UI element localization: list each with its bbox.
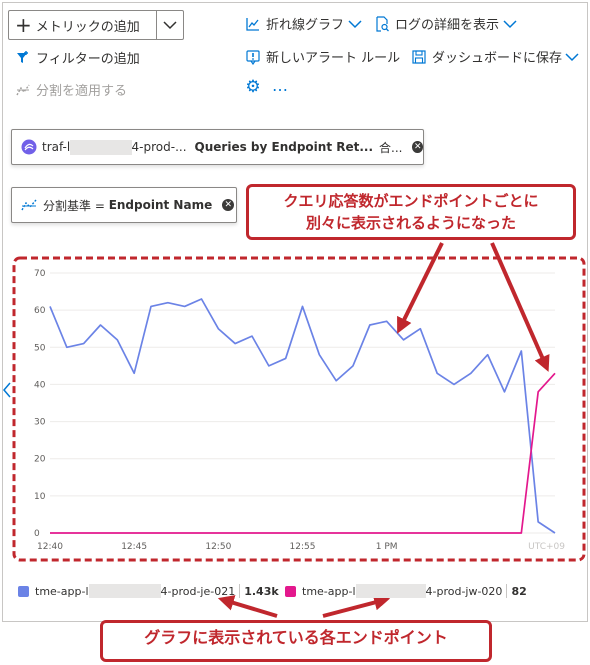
series-line-b [50,372,556,534]
annotation-bottom-callout: グラフに表示されている各エンドポイント [100,620,492,662]
y-tick-label: 60 [34,306,46,316]
redacted-block [88,584,161,598]
y-tick-label: 40 [34,380,46,390]
y-tick-label: 30 [34,418,46,428]
legend-series-a-prefix: tme-app-l [35,584,89,598]
x-tick-label: UTC+09 [528,542,565,552]
legend-swatch [18,585,29,597]
legend-item-series-b[interactable]: tme-app-l 4-prod-jw-020 82 [285,584,527,598]
legend-series-b-total: 82 [511,584,527,598]
annotation-arrow [217,595,278,618]
legend-series-a-total: 1.43k [244,584,279,598]
metric-chart: 0 10 20 30 40 50 60 70 12:40 12:45 12:50 12:55 1 PM U… [12,242,586,618]
legend-series-b-suffix: 4-prod-jw-020 [425,584,503,598]
y-tick-label: 70 [34,269,46,279]
annotation-arrow [397,242,444,334]
x-tick-label: 12:45 [121,542,147,552]
annotation-top-line2: 別々に表示されるようになった [305,214,516,232]
legend-series-a-suffix: 4-prod-je-021 [160,584,236,598]
y-tick-label: 50 [34,343,46,353]
x-tick-label: 12:55 [290,542,316,552]
x-tick-label: 1 PM [376,542,398,552]
redacted-block [355,584,426,598]
chart-highlight-box [12,256,586,562]
legend-divider [239,584,241,598]
annotation-bottom-text: グラフに表示されている各エンドポイント [144,628,448,647]
y-tick-label: 20 [34,455,46,465]
legend-item-series-a[interactable]: tme-app-l 4-prod-je-021 1.43k [18,584,279,598]
annotation-top-callout: クエリ応答数がエンドポイントごとに 別々に表示されるようになった [246,184,576,240]
y-tick-label: 0 [34,529,40,539]
series-line-a [49,298,556,534]
legend-divider [506,584,508,598]
x-tick-label: 12:50 [205,542,231,552]
legend-series-b-prefix: tme-app-l [302,584,356,598]
annotation-top-line1: クエリ応答数がエンドポイントごとに [283,192,539,210]
legend-swatch [285,585,296,597]
y-tick-label: 10 [34,492,46,502]
annotation-arrow [322,594,391,618]
x-tick-label: 12:40 [37,542,63,552]
